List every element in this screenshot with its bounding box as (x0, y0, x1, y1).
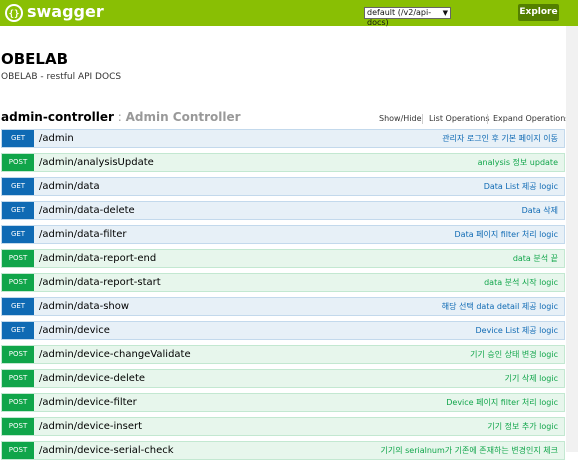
http-method-badge[interactable]: POST (2, 274, 34, 291)
operation-summary[interactable]: Device 페이지 filter 처리 logic (446, 394, 558, 411)
http-method-badge[interactable]: POST (2, 250, 34, 267)
http-method-badge[interactable]: GET (2, 226, 34, 243)
operation-path[interactable]: /admin/analysisUpdate (39, 154, 154, 171)
swagger-logo-icon: {} (5, 4, 23, 22)
operation-summary[interactable]: Device List 제공 logic (475, 322, 558, 339)
expand-operations-link[interactable]: Expand Operations (493, 114, 569, 124)
operation-row[interactable]: POST/admin/device-changeValidate 기기 승인 상태… (1, 345, 565, 364)
operation-summary[interactable]: 해당 선택 data detail 제공 logic (442, 298, 558, 315)
operation-summary[interactable]: data 분석 시작 logic (484, 274, 558, 291)
http-method-badge[interactable]: POST (2, 346, 34, 363)
show-hide-link[interactable]: Show/Hide (379, 114, 422, 124)
operation-row[interactable]: POST/admin/device-insert 기기 정보 추가 logic (1, 417, 565, 436)
operation-path[interactable]: /admin/device-changeValidate (39, 346, 191, 363)
operation-path[interactable]: /admin/device-serial-check (39, 442, 174, 459)
controller-separator: : (113, 110, 126, 124)
operation-row[interactable]: GET/admin/data-delete Data 삭제 (1, 201, 565, 220)
operation-summary[interactable]: Data List 제공 logic (484, 178, 558, 195)
http-method-badge[interactable]: POST (2, 154, 34, 171)
api-docs-select[interactable]: default (/v2/api-docs) ▼ (364, 7, 451, 27)
operation-summary[interactable]: 기기 삭제 logic (505, 370, 558, 387)
http-method-badge[interactable]: GET (2, 130, 34, 147)
operation-summary[interactable]: 기기의 serialnum가 기존에 존재하는 변경인지 체크 (381, 442, 559, 459)
svg-text:{}: {} (9, 10, 20, 20)
operation-path[interactable]: /admin/device-insert (39, 418, 142, 435)
operation-summary[interactable]: Data 페이지 filter 처리 logic (455, 226, 559, 243)
ops-divider (422, 114, 423, 124)
page-title: OBELAB (1, 50, 69, 68)
operation-row[interactable]: POST/admin/analysisUpdate analysis 정보 upd… (1, 153, 565, 172)
operation-row[interactable]: POST/admin/device-delete 기기 삭제 logic (1, 369, 565, 388)
list-operations-link[interactable]: List Operations (429, 114, 490, 124)
http-method-badge[interactable]: POST (2, 370, 34, 387)
http-method-badge[interactable]: GET (2, 322, 34, 339)
top-bar: {} swagger default (/v2/api-docs) ▼ Expl… (0, 0, 578, 27)
explore-button[interactable]: Explore (518, 4, 559, 21)
operation-row[interactable]: GET/admin/data-filter Data 페이지 filter 처리 … (1, 225, 565, 244)
operation-row[interactable]: POST/admin/data-report-start data 분석 시작 l… (1, 273, 565, 292)
operation-row[interactable]: GET/admin 관리자 로그인 후 기본 페이지 이동 (1, 129, 565, 148)
http-method-badge[interactable]: POST (2, 394, 34, 411)
operation-path[interactable]: /admin/data-report-end (39, 250, 156, 267)
api-docs-select-value: default (/v2/api-docs) (367, 8, 432, 27)
operation-path[interactable]: /admin/device-delete (39, 370, 145, 387)
http-method-badge[interactable]: GET (2, 202, 34, 219)
operation-path[interactable]: /admin/data-filter (39, 226, 126, 243)
operation-summary[interactable]: data 분석 끝 (513, 250, 558, 267)
operation-row[interactable]: GET/admin/data Data List 제공 logic (1, 177, 565, 196)
operation-row[interactable]: GET/admin/device Device List 제공 logic (1, 321, 565, 340)
operation-path[interactable]: /admin/data-report-start (39, 274, 161, 291)
operation-summary[interactable]: 기기 정보 추가 logic (487, 418, 558, 435)
operation-row[interactable]: POST/admin/device-filter Device 페이지 filte… (1, 393, 565, 412)
operation-path[interactable]: /admin/device-filter (39, 394, 137, 411)
controller-name[interactable]: admin-controller (1, 110, 114, 124)
operation-path[interactable]: /admin (39, 130, 74, 147)
http-method-badge[interactable]: POST (2, 442, 34, 459)
operation-row[interactable]: GET/admin/data-show 해당 선택 data detail 제공 … (1, 297, 565, 316)
operation-summary[interactable]: 관리자 로그인 후 기본 페이지 이동 (442, 130, 558, 147)
operation-row[interactable]: POST/admin/data-report-end data 분석 끝 (1, 249, 565, 268)
dropdown-arrow-icon: ▼ (442, 9, 448, 17)
operation-summary[interactable]: Data 삭제 (522, 202, 558, 219)
operation-path[interactable]: /admin/device (39, 322, 110, 339)
operation-summary[interactable]: 기기 승인 상태 변경 logic (470, 346, 558, 363)
controller-heading[interactable]: admin-controller : Admin Controller (1, 110, 241, 125)
http-method-badge[interactable]: GET (2, 298, 34, 315)
operation-path[interactable]: /admin/data-delete (39, 202, 135, 219)
page-description: OBELAB - restful API DOCS (1, 72, 122, 82)
scrollbar[interactable] (566, 26, 578, 452)
controller-full-name: Admin Controller (125, 110, 241, 124)
http-method-badge[interactable]: GET (2, 178, 34, 195)
ops-divider (487, 114, 488, 124)
operation-summary[interactable]: analysis 정보 update (478, 154, 558, 171)
http-method-badge[interactable]: POST (2, 418, 34, 435)
brand-title: swagger (27, 2, 104, 21)
operation-row[interactable]: POST/admin/device-serial-check 기기의 serial… (1, 441, 565, 460)
operation-path[interactable]: /admin/data-show (39, 298, 129, 315)
operation-path[interactable]: /admin/data (39, 178, 100, 195)
